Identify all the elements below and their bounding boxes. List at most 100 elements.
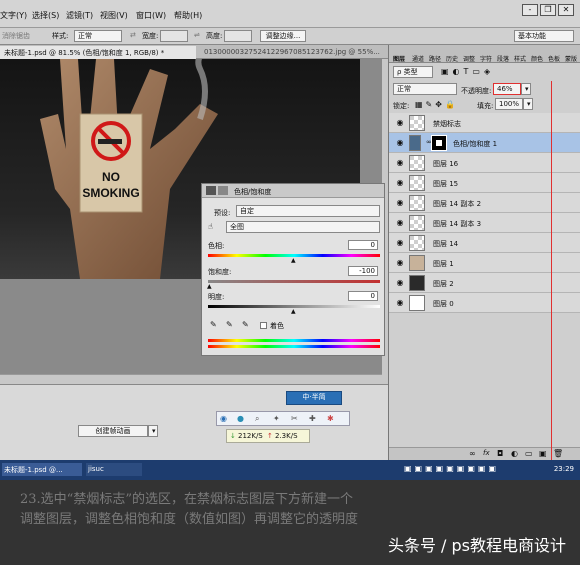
new-layer-icon[interactable]: ▣ — [539, 449, 547, 458]
tab-swatches[interactable]: 色板 — [548, 54, 560, 63]
saturation-input[interactable]: -100 — [348, 266, 378, 276]
tab-paragraph[interactable]: 段落 — [497, 54, 509, 63]
style-select[interactable]: 正常 — [74, 30, 122, 42]
hue-sat-icon — [206, 186, 216, 195]
lightness-input[interactable]: 0 — [348, 291, 378, 301]
lock-icons[interactable]: ▦✎✥🔒 — [415, 100, 458, 109]
opacity-dropdown-icon[interactable]: ▾ — [521, 83, 531, 95]
anti-alias-checkbox[interactable]: 消除锯齿 — [2, 31, 30, 41]
chevron-down-icon[interactable]: ▾ — [148, 425, 158, 437]
trash-icon[interactable]: 🗑 — [553, 449, 563, 458]
refine-edge-button[interactable]: 调整边缘... — [260, 30, 306, 42]
layer-thumbnail — [409, 175, 425, 191]
channel-select[interactable]: 全图 — [226, 221, 380, 233]
height-label: 高度: — [206, 32, 223, 40]
eyedropper-minus-icon[interactable]: ✎ — [242, 320, 249, 329]
fill-input[interactable]: 100% — [495, 98, 523, 110]
visibility-icon[interactable]: ◉ — [395, 138, 405, 148]
adjustment-layer-icon — [409, 135, 421, 151]
hue-slider-handle[interactable]: ▲ — [291, 257, 296, 264]
taskbar: 未标题-1.psd @... jisuc ▣▣▣▣▣▣▣▣▣ 23:29 — [0, 460, 580, 480]
tutorial-caption: 23.选中“禁烟标志”的选区，在禁烟标志图层下方新建一个 调整图层，调整色相饱和… — [0, 480, 580, 565]
pin-icon[interactable]: ✚ — [309, 414, 316, 423]
menu-help[interactable]: 帮助(H) — [174, 10, 202, 21]
opacity-input[interactable]: 46% — [493, 83, 521, 95]
link-icon[interactable]: ⇌ — [194, 31, 200, 39]
upload-speed: 2.3K/S — [275, 432, 298, 440]
visibility-icon[interactable]: ◉ — [395, 118, 405, 128]
download-speed: 212K/S — [238, 432, 263, 440]
restore-button[interactable]: ❐ — [540, 4, 556, 16]
hand-tool-icon[interactable]: ☝ — [208, 222, 213, 231]
colorize-checkbox[interactable] — [260, 322, 267, 329]
layer-filter-select[interactable]: ρ 类型 — [393, 66, 433, 78]
tab-adjustments[interactable]: 调整 — [463, 54, 475, 63]
tab-channels[interactable]: 通道 — [412, 54, 424, 63]
link-layers-icon[interactable]: ∞ — [469, 449, 476, 458]
create-animation-button[interactable]: 创建帧动画 — [78, 425, 148, 437]
fill-dropdown-icon[interactable]: ▾ — [523, 98, 533, 110]
layer-name: 图层 1 — [433, 260, 454, 268]
ime-indicator[interactable]: 中·半简 — [286, 391, 342, 405]
new-group-icon[interactable]: ▭ — [525, 449, 533, 458]
tab-character[interactable]: 字符 — [480, 54, 492, 63]
tab-history[interactable]: 历史 — [446, 54, 458, 63]
visibility-icon[interactable]: ◉ — [395, 238, 405, 248]
eyedropper-icon[interactable]: ✎ — [210, 320, 217, 329]
lightness-slider-handle[interactable]: ▲ — [291, 308, 296, 315]
tab-masks[interactable]: 蒙版 — [565, 54, 577, 63]
close-button[interactable]: ✕ — [558, 4, 574, 16]
layer-thumbnail — [409, 195, 425, 211]
workspace-select[interactable]: 基本功能 — [514, 30, 574, 42]
layer-name: 图层 15 — [433, 180, 459, 188]
tab-active-document[interactable]: 未标题-1.psd @ 81.5% (色相/饱和度 1, RGB/8) * — [0, 46, 196, 59]
visibility-icon[interactable]: ◉ — [395, 258, 405, 268]
menu-select[interactable]: 选择(S) — [32, 10, 59, 21]
mask-icon[interactable] — [218, 186, 228, 195]
tab-layers[interactable]: 图层 — [393, 54, 405, 63]
visibility-icon[interactable]: ◉ — [395, 178, 405, 188]
tray-icons[interactable]: ▣▣▣▣▣▣▣▣▣ — [404, 464, 499, 473]
preset-select[interactable]: 自定 — [236, 205, 380, 217]
eyedropper-plus-icon[interactable]: ✎ — [226, 320, 233, 329]
add-mask-icon[interactable]: ◘ — [497, 449, 503, 458]
layer-mask-thumbnail[interactable] — [431, 135, 447, 151]
saturation-slider-handle[interactable]: ▲ — [207, 283, 212, 290]
tab-paths[interactable]: 路径 — [429, 54, 441, 63]
tab-second-document[interactable]: 01300000327524122967085123762.jpg @ 55%.… — [200, 46, 386, 59]
width-input[interactable] — [160, 30, 188, 42]
height-input[interactable] — [224, 30, 252, 42]
menu-view[interactable]: 视图(V) — [100, 10, 128, 21]
menu-window[interactable]: 窗口(W) — [136, 10, 166, 21]
search-icon[interactable]: ◉ — [220, 414, 227, 423]
settings-icon[interactable]: ✱ — [327, 414, 334, 423]
visibility-icon[interactable]: ◉ — [395, 298, 405, 308]
user-icon[interactable]: ● — [237, 414, 244, 423]
hue-input[interactable]: 0 — [348, 240, 378, 250]
tab-styles[interactable]: 样式 — [514, 54, 526, 63]
layer-name: 图层 14 副本 2 — [433, 200, 482, 208]
saturation-slider[interactable] — [208, 280, 380, 283]
fill-label: 填充: — [477, 102, 494, 110]
filter-icons[interactable]: ▣◐T▭◈ — [441, 67, 494, 76]
menu-type[interactable]: 文字(Y) — [0, 10, 27, 21]
scissors-icon[interactable]: ✂ — [291, 414, 298, 423]
zoom-icon[interactable]: ⌕ — [255, 414, 259, 424]
taskbar-item-photoshop[interactable]: 未标题-1.psd @... — [2, 463, 82, 476]
visibility-icon[interactable]: ◉ — [395, 278, 405, 288]
swap-icon[interactable]: ⇄ — [130, 31, 136, 39]
visibility-icon[interactable]: ◉ — [395, 198, 405, 208]
menu-filter[interactable]: 滤镜(T) — [66, 10, 93, 21]
minimize-button[interactable]: - — [522, 4, 538, 16]
new-adjustment-icon[interactable]: ◐ — [511, 449, 518, 458]
visibility-icon[interactable]: ◉ — [395, 158, 405, 168]
visibility-icon[interactable]: ◉ — [395, 218, 405, 228]
sign-text-smoking: SMOKING — [82, 186, 139, 200]
tool-icon[interactable]: ✦ — [273, 414, 280, 423]
blend-mode-select[interactable]: 正常 — [393, 83, 457, 95]
tab-color[interactable]: 颜色 — [531, 54, 543, 63]
fx-icon[interactable]: fx — [483, 449, 490, 457]
taskbar-item-jisuc[interactable]: jisuc — [86, 463, 142, 476]
horizontal-scrollbar[interactable] — [0, 374, 382, 384]
clock: 23:29 — [553, 465, 574, 473]
